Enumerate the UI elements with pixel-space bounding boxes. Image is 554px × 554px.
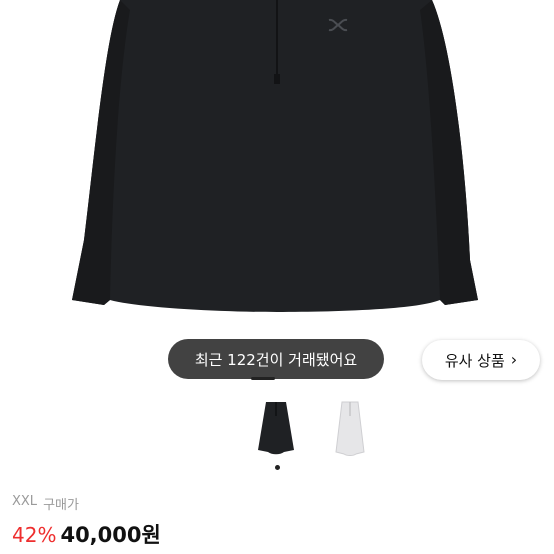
similar-products-button[interactable]: 유사 상품 › <box>422 340 540 380</box>
image-scroll-indicator <box>251 377 275 380</box>
similar-products-label: 유사 상품 <box>444 351 505 370</box>
product-meta: XXL 구매가 <box>12 494 79 513</box>
trade-count-badge: 최근 122건이 거래됐어요 <box>168 339 384 379</box>
black-shirt-thumbnail[interactable] <box>246 395 306 461</box>
thumbnail-strip <box>246 395 380 461</box>
chevron-right-icon: › <box>510 350 518 369</box>
product-image[interactable] <box>0 0 554 392</box>
discount-rate: 42% <box>12 523 57 547</box>
price-row: 42% 40,000원 <box>12 519 161 549</box>
trade-count-text: 최근 122건이 거래됐어요 <box>194 350 358 369</box>
under-armour-logo-icon <box>328 18 348 32</box>
size-label: XXL <box>12 494 38 509</box>
white-shirt-thumbnail[interactable] <box>320 395 380 461</box>
purchase-price-label: 구매가 <box>43 498 79 513</box>
black-shirt-image <box>72 0 478 312</box>
pagination-dot <box>275 465 280 470</box>
price-amount: 40,000원 <box>60 523 161 547</box>
